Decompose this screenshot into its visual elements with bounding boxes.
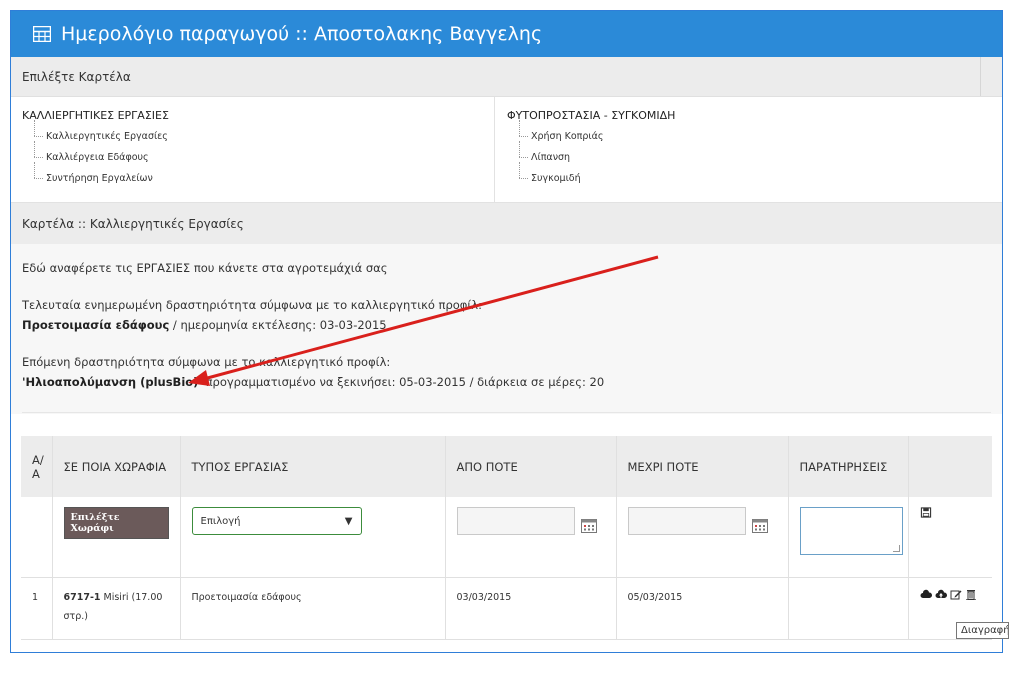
calendar-icon [33, 26, 51, 42]
field-code: 6717-1 [63, 591, 101, 603]
page-title: Ημερολόγιο παραγωγού :: Αποστολακης Βαγγ… [61, 23, 543, 45]
work-type-select[interactable]: Επιλογή ▼ [191, 507, 362, 535]
notes-textarea[interactable] [799, 507, 903, 555]
cell-save [907, 497, 992, 578]
cell-notes [787, 497, 908, 578]
card-title-bar: Καρτέλα :: Καλλιεργητικές Εργασίες [11, 203, 1002, 244]
cell-empty [21, 497, 52, 578]
trash-icon[interactable] [965, 589, 977, 600]
select-tab-bar: Επιλέξτε Καρτέλα [11, 57, 1002, 97]
tab-item-soil-cultivation[interactable]: Καλλιέργεια Εδάφους [34, 141, 483, 168]
card-title: Καρτέλα :: Καλλιεργητικές Εργασίες [22, 216, 244, 231]
next-activity-name: 'Ηλιοαπολύμανση (plusBio)' [22, 375, 202, 389]
tab-group-title: ΦΥΤΟΠΡΟΣΤΑΣΙΑ - ΣΥΓΚΟΜΙΔΗ [507, 109, 676, 122]
pick-field-button[interactable]: Επιλέξτε Χωράφι [63, 507, 169, 539]
last-activity-name: Προετοιμασία εδάφους [22, 318, 170, 332]
panel-header: Ημερολόγιο παραγωγού :: Αποστολακης Βαγγ… [11, 11, 1002, 57]
tab-item-tool-maintenance[interactable]: Συντήρηση Εργαλείων [34, 162, 483, 189]
cell-to: 05/03/2015 [615, 577, 788, 640]
intro-text: Εδώ αναφέρετε τις ΕΡΓΑΣΙΕΣ που κάνετε στ… [22, 261, 388, 275]
diary-panel: Ημερολόγιο παραγωγού :: Αποστολακης Βαγγ… [10, 10, 1003, 653]
col-header-actions [907, 436, 992, 497]
col-header-field: ΣΕ ΠΟΙΑ ΧΩΡΑΦΙΑ [51, 436, 180, 497]
col-header-notes: ΠΑΡΑΤΗΡΗΣΕΙΣ [787, 436, 908, 497]
cell-from: 03/03/2015 [444, 577, 616, 640]
cloud-download-icon[interactable] [920, 589, 932, 600]
next-activity-detail: προγραμματισμένο να ξεκινήσει: 05-03-201… [201, 375, 605, 389]
last-activity-detail: / ημερομηνία εκτέλεσης: 03-03-2015 [169, 318, 387, 332]
cell-from-date [444, 497, 616, 578]
next-activity-line: 'Ηλιοαπολύμανση (plusBio)' προγραμματισμ… [22, 372, 991, 392]
works-table: Α/Α ΣΕ ΠΟΙΑ ΧΩΡΑΦΙΑ ΤΥΠΟΣ ΕΡΓΑΣΙΑΣ ΑΠΟ Π… [21, 436, 992, 640]
cell-aa: 1 [21, 577, 52, 640]
select-tab-label: Επιλέξτε Καρτέλα [22, 69, 131, 84]
delete-tooltip: Διαγραφή [956, 622, 1009, 639]
col-header-to: ΜΕΧΡΙ ΠΟΤΕ [615, 436, 788, 497]
tab-item-cultivation-work[interactable]: Καλλιεργητικές Εργασίες [34, 120, 483, 147]
col-header-aa: Α/Α [21, 436, 52, 497]
divider [22, 412, 991, 413]
cell-notes-value [787, 577, 908, 640]
cell-to-date [615, 497, 788, 578]
table-row: 1 6717-1 Misiri (17.00 στρ.) Προετοιμασί… [21, 577, 992, 640]
next-activity-label: Επόμενη δραστηριότητα σύμφωνα με το καλλ… [22, 355, 391, 369]
cell-type-select: Επιλογή ▼ [179, 497, 445, 578]
tab-group-protection: ΦΥΤΟΠΡΟΣΤΑΣΙΑ - ΣΥΓΚΟΜΙΔΗ Χρήση Κοπριάς … [495, 97, 979, 202]
work-type-value: Επιλογή [200, 515, 241, 527]
tab-group-title: ΚΑΛΛΙΕΡΓΗΤΙΚΕΣ ΕΡΓΑΣΙΕΣ [22, 109, 169, 122]
cell-field: 6717-1 Misiri (17.00 στρ.) [51, 577, 180, 640]
cell-field-picker: Επιλέξτε Χωράφι [51, 497, 180, 578]
calendar-picker-icon[interactable] [580, 519, 597, 533]
tab-item-fertilization[interactable]: Λίπανση [519, 141, 968, 168]
col-header-type: ΤΥΠΟΣ ΕΡΓΑΣΙΑΣ [179, 436, 445, 497]
last-activity-line: Προετοιμασία εδάφους / ημερομηνία εκτέλε… [22, 315, 991, 335]
last-activity-label: Τελευταία ενημερωμένη δραστηριότητα σύμφ… [22, 298, 482, 312]
edit-icon[interactable] [950, 589, 962, 600]
dropdown-arrow-icon: ▼ [344, 515, 353, 527]
save-icon[interactable] [920, 507, 932, 518]
to-date-input[interactable] [627, 507, 746, 535]
table-header-row: Α/Α ΣΕ ΠΟΙΑ ΧΩΡΑΦΙΑ ΤΥΠΟΣ ΕΡΓΑΣΙΑΣ ΑΠΟ Π… [21, 436, 992, 497]
bar-divider [980, 57, 981, 96]
tab-item-manure[interactable]: Χρήση Κοπριάς [519, 120, 968, 147]
tab-item-harvest[interactable]: Συγκομιδή [519, 162, 968, 189]
works-table-wrap: Α/Α ΣΕ ΠΟΙΑ ΧΩΡΑΦΙΑ ΤΥΠΟΣ ΕΡΓΑΣΙΑΣ ΑΠΟ Π… [21, 436, 992, 640]
tab-group-cultivation: ΚΑΛΛΙΕΡΓΗΤΙΚΕΣ ΕΡΓΑΣΙΕΣ Καλλιεργητικές Ε… [11, 97, 495, 202]
cell-type: Προετοιμασία εδάφους [179, 577, 445, 640]
activity-info: Εδώ αναφέρετε τις ΕΡΓΑΣΙΕΣ που κάνετε στ… [11, 244, 1002, 414]
cloud-upload-icon[interactable] [935, 589, 947, 600]
tab-groups: ΚΑΛΛΙΕΡΓΗΤΙΚΕΣ ΕΡΓΑΣΙΕΣ Καλλιεργητικές Ε… [11, 97, 1002, 203]
col-header-from: ΑΠΟ ΠΟΤΕ [444, 436, 616, 497]
from-date-input[interactable] [456, 507, 575, 535]
calendar-picker-icon[interactable] [751, 519, 768, 533]
new-entry-row: Επιλέξτε Χωράφι Επιλογή ▼ [21, 497, 992, 578]
